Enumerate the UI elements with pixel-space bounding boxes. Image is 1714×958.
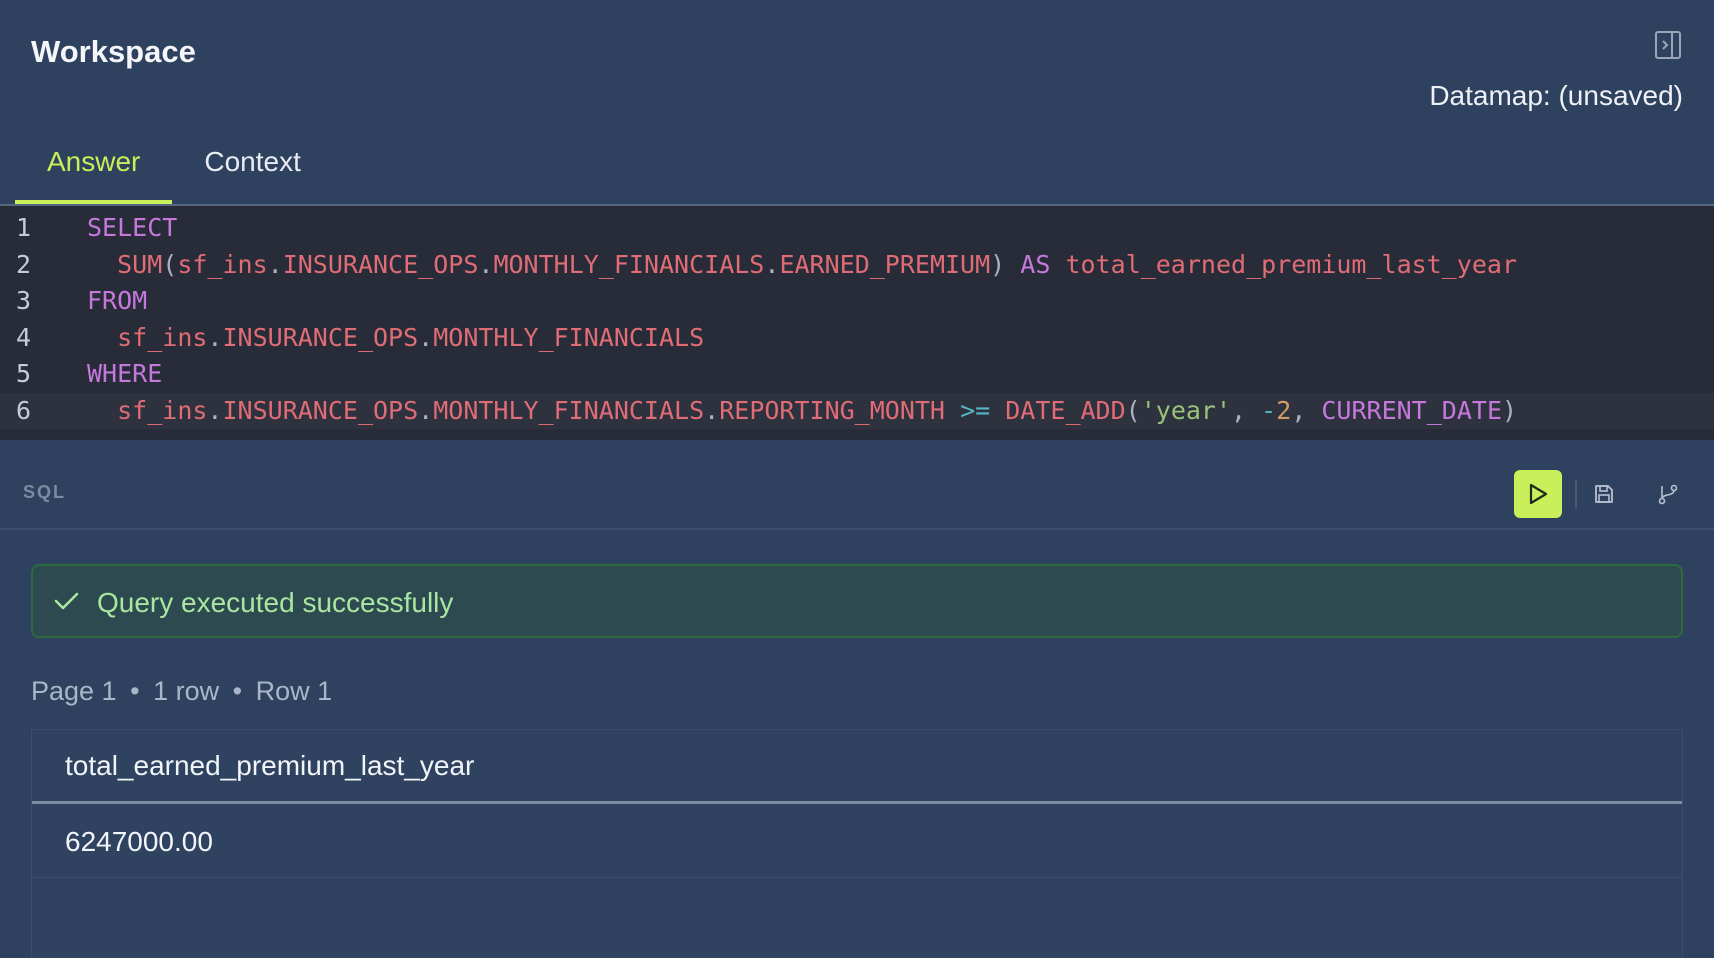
run-query-button[interactable] (1514, 470, 1562, 518)
table-row[interactable]: 6247000.00 (32, 804, 1682, 878)
page-indicator: Page 1 (31, 676, 117, 706)
code-token: WHERE (87, 359, 163, 388)
code-text: sf_ins.INSURANCE_OPS.MONTHLY_FINANCIALS.… (87, 393, 1517, 430)
code-text: WHERE (87, 356, 162, 393)
tab-context[interactable]: Context (172, 140, 333, 204)
language-label: SQL (23, 482, 67, 502)
code-text: SELECT (87, 210, 177, 247)
line-number: 1 (16, 213, 32, 242)
code-token: . (704, 395, 720, 425)
code-line[interactable]: 1 SELECT (0, 210, 1714, 247)
page-title: Workspace (31, 34, 196, 69)
code-line[interactable]: 3 FROM (0, 283, 1714, 320)
meta-separator: • (232, 676, 243, 706)
tab-answer-label: Answer (47, 146, 141, 177)
code-token: EARNED_PREMIUM (779, 249, 991, 279)
code-token: sf_ins (177, 249, 268, 279)
code-text: FROM (87, 283, 147, 320)
line-number: 5 (16, 359, 32, 388)
code-token: INSURANCE_OPS (222, 395, 419, 425)
workspace-header: Workspace Datamap: (unsaved) Answer Cont… (0, 0, 1714, 206)
line-number: 4 (16, 322, 32, 352)
code-token: SELECT (87, 213, 178, 242)
code-token: . (418, 322, 434, 352)
code-token: 2 (1276, 395, 1292, 425)
code-token: . (764, 249, 780, 279)
code-token: sf_ins (117, 322, 208, 352)
code-line[interactable]: 4 sf_ins.INSURANCE_OPS.MONTHLY_FINANCIAL… (0, 320, 1714, 357)
row-indicator: Row 1 (255, 676, 333, 706)
code-token: AS (1020, 249, 1051, 279)
tab-answer[interactable]: Answer (15, 140, 173, 204)
code-token: . (267, 249, 283, 279)
line-number: 6 (16, 395, 32, 425)
panel-right-icon[interactable] (1654, 30, 1682, 60)
toolbar-divider (1575, 480, 1577, 508)
code-token: , (1231, 395, 1262, 425)
code-line[interactable]: 2 SUM(sf_ins.INSURANCE_OPS.MONTHLY_FINAN… (0, 247, 1714, 284)
code-token: ) (1502, 395, 1518, 425)
code-line[interactable]: 5 WHERE (0, 356, 1714, 393)
code-token: . (207, 395, 223, 425)
result-meta: Page 1 • 1 row • Row 1 (31, 676, 332, 707)
results-table: total_earned_premium_last_year 6247000.0… (31, 729, 1683, 958)
table-header: total_earned_premium_last_year (32, 730, 1682, 804)
sql-editor[interactable]: 1 SELECT 2 SUM(sf_ins.INSURANCE_OPS.MONTHL… (0, 206, 1714, 440)
line-number: 3 (16, 286, 32, 315)
code-token: FROM (87, 286, 148, 315)
code-token: total_earned_premium_last_year (1065, 249, 1517, 279)
meta-separator: • (130, 676, 140, 706)
code-token: sf_ins (117, 395, 208, 425)
save-button[interactable] (1590, 480, 1618, 508)
code-token: MONTHLY_FINANCIALS (493, 249, 765, 279)
code-line[interactable]: 6 sf_ins.INSURANCE_OPS.MONTHLY_FINANCIAL… (0, 392, 1714, 430)
code-token: DATE_ADD (1005, 395, 1126, 425)
success-alert: Query executed successfully (31, 564, 1683, 638)
code-token: REPORTING_MONTH (719, 395, 945, 425)
code-token: CURRENT_DATE (1321, 395, 1502, 425)
code-token: . (207, 322, 223, 352)
datamap-status: Datamap: (unsaved) (1429, 80, 1683, 111)
code-token: INSURANCE_OPS (222, 322, 419, 352)
code-token: SUM (117, 249, 163, 279)
git-branch-icon (1658, 484, 1678, 505)
table-cell: 6247000.00 (65, 826, 213, 857)
code-token: MONTHLY_FINANCIALS (433, 395, 705, 425)
line-number: 2 (16, 249, 32, 279)
save-icon (1595, 485, 1613, 503)
code-text: sf_ins.INSURANCE_OPS.MONTHLY_FINANCIALS (87, 320, 704, 357)
code-token: - (1261, 395, 1277, 425)
code-token: ( (162, 249, 178, 279)
code-token: 'year' (1140, 395, 1232, 425)
row-count: 1 row (153, 676, 220, 706)
code-token: , (1291, 395, 1322, 425)
status-message: Query executed successfully (97, 587, 454, 618)
code-token: . (418, 395, 434, 425)
code-token: ( (1125, 395, 1141, 425)
code-token: ) (990, 249, 1006, 279)
check-icon (51, 586, 81, 616)
tab-bar: Answer Context (15, 140, 333, 204)
editor-toolbar: SQL (0, 456, 1714, 530)
play-icon (1529, 483, 1548, 505)
code-token: MONTHLY_FINANCIALS (433, 322, 705, 352)
branch-button[interactable] (1654, 480, 1682, 508)
code-token: . (478, 249, 494, 279)
column-header[interactable]: total_earned_premium_last_year (65, 750, 474, 782)
code-text: SUM(sf_ins.INSURANCE_OPS.MONTHLY_FINANCI… (87, 247, 1517, 284)
code-token: >= (960, 395, 991, 425)
code-token: INSURANCE_OPS (282, 249, 479, 279)
tab-context-label: Context (204, 146, 301, 177)
